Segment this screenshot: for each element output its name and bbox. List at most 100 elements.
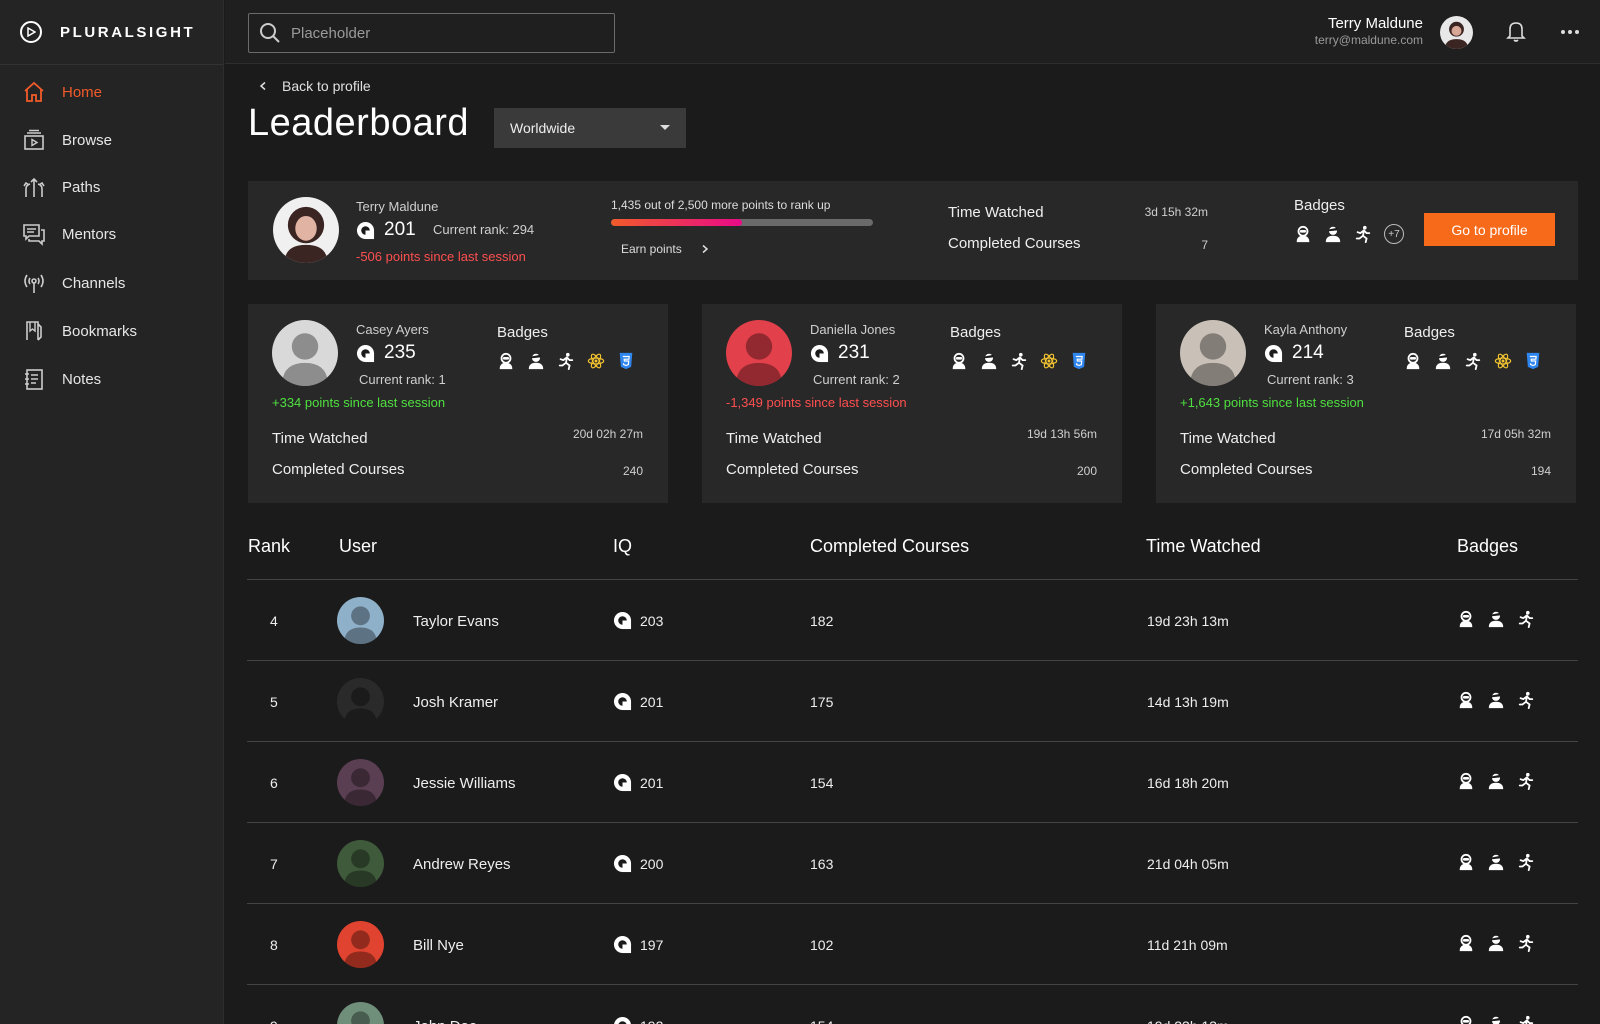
sidebar-item-paths[interactable]: Paths [0, 167, 224, 207]
user-name: Daniella Jones [810, 322, 896, 337]
completed-courses-label: Completed Courses [1180, 461, 1313, 478]
css-badge-icon [1070, 352, 1088, 370]
table-row[interactable]: 7 Andrew Reyes 200 163 21d 04h 05m [247, 822, 1578, 903]
search-icon [260, 23, 280, 43]
iq-score: 201 [356, 219, 416, 241]
column-header-iq[interactable]: IQ [613, 536, 632, 557]
badges-label: Badges [1294, 197, 1345, 214]
time-watched-cell: 11d 21h 09m [1147, 937, 1228, 953]
robot-badge-icon [1457, 853, 1475, 871]
runner-badge-icon [1010, 352, 1028, 370]
table-row[interactable]: 9 John Doe 192 154 19d 23h 13m [247, 984, 1578, 1024]
iq-icon [356, 221, 375, 240]
user-name: Kayla Anthony [1264, 322, 1348, 337]
points-delta: +1,643 points since last session [1180, 395, 1364, 410]
paths-icon [22, 175, 46, 199]
more-badges-count[interactable]: +7 [1384, 224, 1404, 244]
robot-badge-icon [1457, 610, 1475, 628]
sidebar-item-label: Paths [62, 178, 101, 196]
iq-value: 201 [640, 693, 664, 710]
logo-text: PLURALSIGHT [60, 23, 196, 41]
badge-list [497, 352, 635, 370]
runner-badge-icon [1517, 1015, 1535, 1024]
sidebar-item-label: Mentors [62, 225, 117, 243]
time-watched-value: 3d 15h 32m [1144, 205, 1208, 219]
earn-points-label: Earn points [621, 242, 682, 256]
user-name-cell: Jessie Williams [413, 775, 516, 792]
ninja-badge-icon [1324, 225, 1342, 243]
table-row[interactable]: 8 Bill Nye 197 102 11d 21h 09m [247, 903, 1578, 984]
completed-courses-label: Completed Courses [948, 235, 1081, 252]
ninja-badge-icon [1487, 1015, 1505, 1024]
time-watched-cell: 21d 04h 05m [1147, 856, 1229, 872]
region-select[interactable]: Worldwide [494, 108, 686, 148]
table-row[interactable]: 4 Taylor Evans 203 182 19d 23h 13m [247, 579, 1578, 660]
pluralsight-play-icon [20, 21, 42, 43]
iq-value: 192 [640, 1018, 663, 1024]
iq-value: 203 [640, 612, 664, 629]
badge-list [1457, 1015, 1535, 1024]
sidebar-item-label: Channels [62, 274, 126, 292]
column-header-user[interactable]: User [339, 536, 377, 557]
column-header-badges[interactable]: Badges [1457, 536, 1518, 557]
table-row[interactable]: 6 Jessie Williams 201 154 16d 18h 20m [247, 741, 1578, 822]
completed-courses-cell: 154 [810, 775, 834, 791]
time-watched-label: Time Watched [1180, 430, 1276, 447]
avatar[interactable] [1440, 16, 1473, 49]
back-label: Back to profile [282, 78, 371, 94]
css-badge-icon [1524, 352, 1542, 370]
chevron-right-icon [700, 244, 710, 254]
rank-cell: 7 [270, 856, 278, 872]
avatar [337, 597, 384, 644]
column-header-completed-courses[interactable]: Completed Courses [810, 536, 969, 557]
page-title: Leaderboard [248, 102, 470, 144]
column-header-rank[interactable]: Rank [248, 536, 290, 557]
ninja-badge-icon [1434, 352, 1452, 370]
sidebar-item-mentors[interactable]: Mentors [0, 214, 224, 254]
sidebar-item-browse[interactable]: Browse [0, 120, 224, 160]
ninja-badge-icon [1487, 934, 1505, 952]
current-rank: Current rank: 294 [433, 222, 535, 237]
more-icon[interactable] [1560, 22, 1580, 42]
badge-list [1457, 853, 1535, 871]
iq-value: 214 [1292, 342, 1324, 363]
current-rank: Current rank: 2 [813, 372, 900, 387]
search-box[interactable] [248, 13, 615, 53]
sidebar-item-bookmarks[interactable]: Bookmarks [0, 311, 224, 351]
avatar [726, 320, 792, 386]
iq-cell: 192 [613, 1016, 663, 1024]
top-user-card: Daniella Jones 231 Current rank: 2 -1,34… [702, 304, 1122, 503]
robot-badge-icon [1457, 934, 1475, 952]
robot-badge-icon [1404, 352, 1422, 370]
runner-badge-icon [1464, 352, 1482, 370]
iq-icon [1264, 344, 1283, 363]
bell-icon[interactable] [1506, 20, 1526, 42]
current-rank: Current rank: 3 [1267, 372, 1354, 387]
logo[interactable]: PLURALSIGHT [0, 0, 223, 65]
robot-badge-icon [1457, 772, 1475, 790]
iq-icon [613, 773, 632, 792]
table-row[interactable]: 5 Josh Kramer 201 175 14d 13h 19m [247, 660, 1578, 741]
user-name-cell: Josh Kramer [413, 694, 499, 711]
search-input[interactable] [291, 24, 591, 42]
sidebar-item-home[interactable]: Home [0, 72, 224, 112]
runner-badge-icon [557, 352, 575, 370]
iq-icon [810, 344, 829, 363]
rank-progress-fill [611, 219, 742, 226]
robot-badge-icon [497, 352, 515, 370]
ninja-badge-icon [527, 352, 545, 370]
sidebar-item-notes[interactable]: Notes [0, 359, 224, 399]
back-to-profile-link[interactable]: Back to profile [258, 78, 371, 94]
robot-badge-icon [1294, 225, 1312, 243]
notes-icon [22, 367, 46, 391]
go-to-profile-button[interactable]: Go to profile [1424, 213, 1555, 246]
iq-cell: 200 [613, 854, 663, 873]
earn-points-link[interactable]: Earn points [621, 242, 710, 256]
iq-cell: 201 [613, 692, 663, 711]
column-header-time-watched[interactable]: Time Watched [1146, 536, 1261, 557]
sidebar-item-channels[interactable]: Channels [0, 263, 224, 303]
region-value: Worldwide [510, 120, 576, 136]
home-icon [22, 80, 46, 104]
ninja-badge-icon [1487, 772, 1505, 790]
completed-courses-value: 200 [1076, 464, 1097, 478]
